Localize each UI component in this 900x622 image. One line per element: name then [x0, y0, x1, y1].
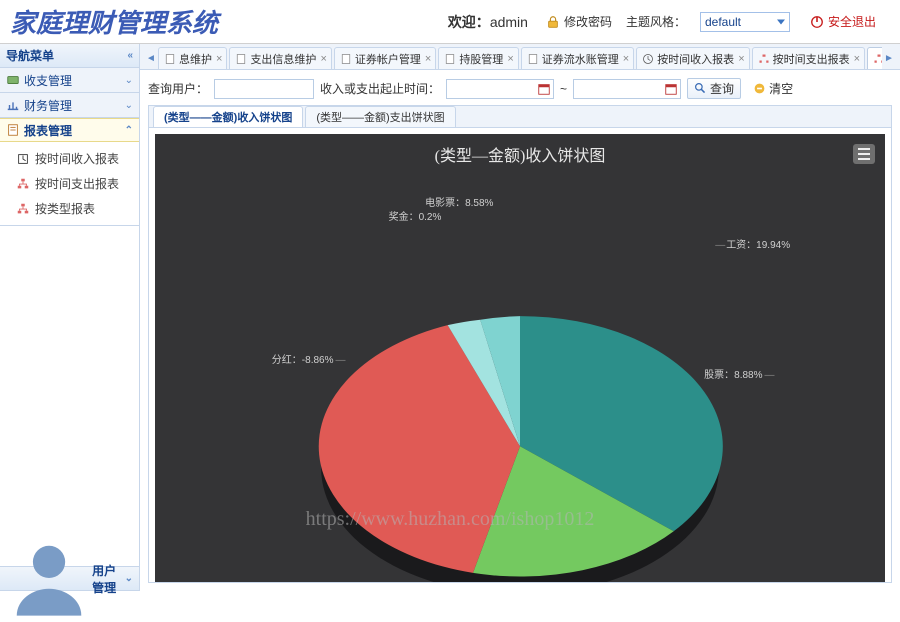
org-icon [873, 53, 882, 65]
theme-label: 主题风格： [626, 13, 686, 30]
change-password-link[interactable]: 修改密码 [546, 13, 612, 30]
chart-title: (类型—金额)收入饼状图 [155, 134, 885, 166]
tab-close-icon[interactable]: × [507, 53, 513, 65]
nav-group-finance[interactable]: 财务管理⌄ [0, 93, 139, 117]
filter-date-to[interactable] [573, 79, 681, 99]
tab-6[interactable]: 按时间支出报表× [752, 47, 865, 69]
chart-area: (类型—金额)收入饼状图 [155, 134, 885, 583]
doc-icon [340, 53, 352, 65]
tab-close-icon[interactable]: × [425, 53, 431, 65]
pie-label: 电影票：8.58% [425, 194, 493, 209]
tab-4[interactable]: 证券流水账管理× [521, 47, 634, 69]
tab-close-icon[interactable]: × [320, 53, 326, 65]
welcome-text: 欢迎：admin [448, 12, 528, 32]
app-title: 家庭理财管理系统 [10, 3, 218, 40]
tab-7[interactable]: 按类型报表× [867, 47, 882, 69]
header: 家庭理财管理系统 欢迎：admin 修改密码 主题风格： 安全退出 [0, 0, 900, 44]
tab-3[interactable]: 持股管理× [438, 47, 518, 69]
tab-scroll-left[interactable]: ◄ [144, 47, 158, 69]
filter-date-to-sep: ~ [560, 82, 567, 96]
lock-icon [546, 15, 560, 29]
search-icon [694, 82, 707, 95]
org-icon [16, 177, 30, 191]
tab-close-icon[interactable]: × [623, 53, 629, 65]
pie-label: —工资：19.94% [713, 236, 790, 251]
chart-menu-button[interactable] [853, 144, 875, 164]
pie-label: 分红：-8.86%— [272, 351, 347, 366]
clear-icon [753, 82, 766, 95]
tab-close-icon[interactable]: × [854, 53, 860, 65]
chart-icon [6, 98, 20, 112]
logout-link[interactable]: 安全退出 [810, 13, 876, 30]
sidebar: 导航菜单 « 收支管理⌄ 财务管理⌄ 报表管理⌃ 按时间收入报表 [0, 44, 140, 591]
nav-item-by-type[interactable]: 按类型报表 [0, 196, 139, 221]
collapse-icon: « [127, 50, 133, 61]
main-area: ◄ 息维护×支出信息维护×证券帐户管理×持股管理×证券流水账管理×按时间收入报表… [140, 44, 900, 591]
nav-item-income-by-time[interactable]: 按时间收入报表 [0, 146, 139, 171]
tab-close-icon[interactable]: × [738, 53, 744, 65]
org2-icon [16, 202, 30, 216]
doc-icon [235, 53, 247, 65]
power-icon [810, 15, 824, 29]
clear-button[interactable]: 清空 [747, 78, 799, 99]
tab-5[interactable]: 按时间收入报表× [636, 47, 749, 69]
filter-date-from[interactable] [446, 79, 554, 99]
inner-tab-income-pie[interactable]: (类型——金额)收入饼状图 [153, 106, 303, 127]
report-in-icon [16, 152, 30, 166]
money-icon [6, 73, 20, 87]
doc-icon [527, 53, 539, 65]
tab-2[interactable]: 证券帐户管理× [334, 47, 436, 69]
filter-user-label: 查询用户： [148, 80, 208, 97]
filter-date-label: 收入或支出起止时间： [320, 80, 440, 97]
doc-icon [444, 53, 456, 65]
tab-0[interactable]: 息维护× [158, 47, 227, 69]
inner-tab-expense-pie[interactable]: (类型——金额)支出饼状图 [305, 106, 455, 127]
filter-user-input[interactable] [214, 79, 314, 99]
theme-select[interactable] [700, 12, 790, 32]
doc-icon [164, 53, 176, 65]
report-icon [6, 123, 20, 137]
tab-close-icon[interactable]: × [216, 53, 222, 65]
clock-icon [642, 53, 654, 65]
filter-bar: 查询用户： 收入或支出起止时间： ~ 查询 清空 [148, 78, 892, 99]
tab-scroll-right[interactable]: ► [882, 47, 896, 69]
pie-label: 股票：8.88%— [704, 366, 775, 381]
nav-group-reports[interactable]: 报表管理⌃ [0, 118, 139, 142]
nav-panel-header[interactable]: 导航菜单 « [0, 44, 139, 68]
nav-group-user[interactable]: 用户管理⌄ [0, 567, 139, 591]
search-button[interactable]: 查询 [687, 78, 741, 99]
nav-group-income-expense[interactable]: 收支管理⌄ [0, 68, 139, 92]
pie-label: 奖金：0.2% [389, 208, 442, 223]
user-icon [6, 535, 92, 621]
pie-chart [155, 166, 885, 583]
nav-item-expense-by-time[interactable]: 按时间支出报表 [0, 171, 139, 196]
tabstrip: ◄ 息维护×支出信息维护×证券帐户管理×持股管理×证券流水账管理×按时间收入报表… [140, 44, 900, 70]
org-icon [758, 53, 770, 65]
tab-1[interactable]: 支出信息维护× [229, 47, 331, 69]
